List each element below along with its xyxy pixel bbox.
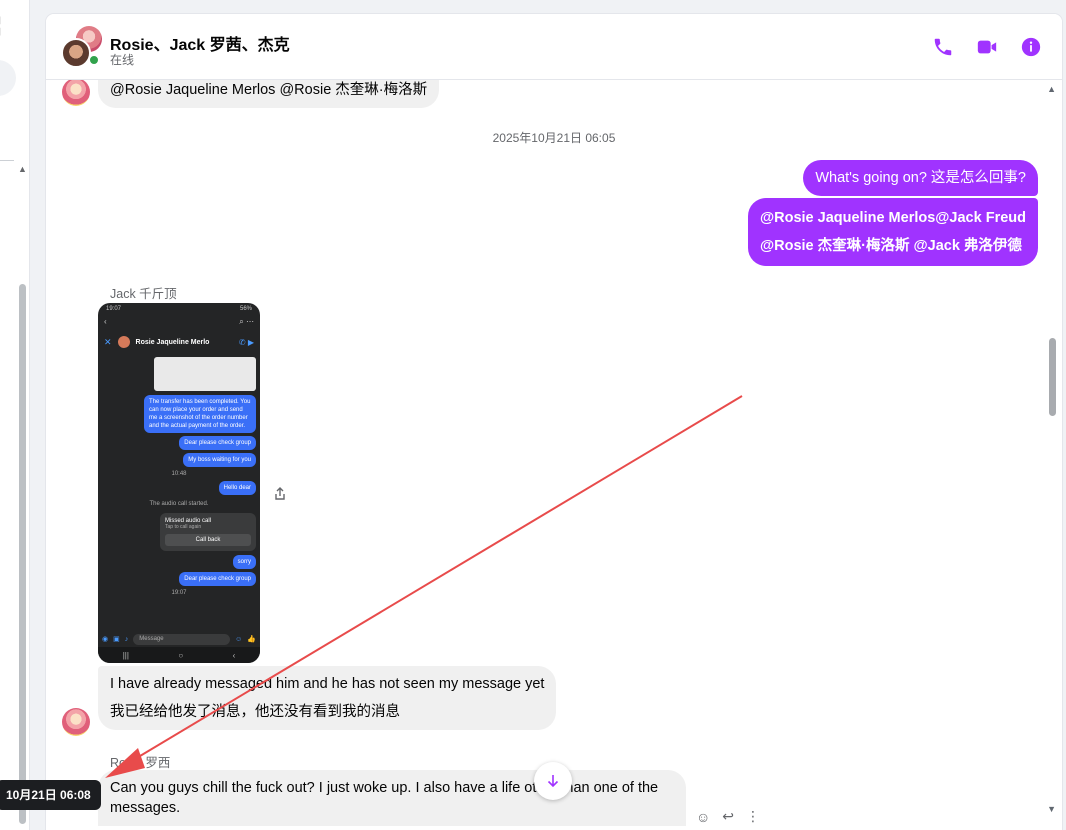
scroll-down-icon[interactable]: ▼ — [1047, 804, 1056, 814]
screenshot-bubble: The transfer has been completed. You can… — [144, 395, 256, 433]
message-line-chinese: 我已经给他发了消息，他还没有看到我的消息 — [110, 704, 400, 720]
screenshot-compose: ◉ ▣ ♪ Message ☺ 👍 — [102, 633, 256, 645]
voice-call-button[interactable] — [930, 34, 956, 60]
sidebar-scroll-up-icon[interactable]: ▲ — [18, 164, 27, 174]
phone-icon — [934, 38, 952, 56]
message-outgoing[interactable]: What's going on? 这是怎么回事? — [803, 160, 1038, 196]
message-incoming-rosie[interactable]: Can you guys chill the fuck out? I just … — [98, 770, 686, 826]
video-call-button[interactable] — [974, 34, 1000, 60]
message-actions: ☺ ↩ ⋮ — [696, 808, 760, 825]
react-icon[interactable]: ☺ — [696, 809, 710, 825]
screenshot-bubble: sorry — [232, 555, 256, 569]
sender-avatar[interactable] — [62, 78, 90, 106]
chat-scrollbar-thumb[interactable] — [1049, 338, 1056, 416]
screenshot-time: 10:48 — [171, 471, 187, 477]
info-icon — [1021, 37, 1041, 57]
screenshot-receipt-card — [154, 357, 256, 391]
image-attachment[interactable]: 19:07 56% ‹ ⌕ ⋯ ✕ Rosie Jaqueline Merlo ✆ ▶ … — [98, 303, 260, 663]
sidebar-search-pill[interactable] — [0, 60, 16, 96]
more-icon[interactable]: ⋮ — [746, 808, 760, 825]
arrow-down-icon — [547, 775, 559, 788]
sidebar-scrollbar[interactable] — [19, 284, 26, 824]
screenshot-status-bar: 19:07 56% — [106, 306, 252, 312]
sender-name-jack: Jack 千斤顶 — [110, 287, 177, 301]
sidebar-edge-glyph: ¦ — [0, 14, 2, 37]
scroll-up-icon[interactable]: ▲ — [1047, 84, 1056, 94]
conversation-title[interactable]: Rosie、Jack 罗茜、杰克 — [110, 31, 290, 55]
group-avatar-primary[interactable] — [61, 38, 91, 68]
screenshot-nav: ‹ ⌕ ⋯ — [104, 317, 254, 326]
message-line-english: I have already messaged him and he has n… — [110, 676, 545, 692]
share-icon[interactable] — [272, 486, 288, 502]
reply-icon[interactable]: ↩ — [722, 808, 734, 825]
screenshot-header: ✕ Rosie Jaqueline Merlo ✆ ▶ — [104, 336, 254, 348]
conversation-status: 在线 — [110, 53, 135, 67]
conversation-info-button[interactable] — [1018, 34, 1044, 60]
mention-line-english: @Rosie Jaqueline Merlos@Jack Freud — [759, 210, 1026, 226]
screenshot-bubble: Dear please check group — [179, 572, 256, 586]
message-list[interactable]: @Rosie Jaqueline Merlos @Rosie 杰奎琳·梅洛斯 2… — [46, 76, 1062, 830]
left-sidebar: ¦ ▲ — [0, 0, 30, 830]
screenshot-missed-call: Missed audio call Tap to call again Call… — [160, 513, 256, 551]
screenshot-system-text: The audio call started. — [149, 501, 209, 507]
message-outgoing-mentions[interactable]: @Rosie Jaqueline Merlos@Jack Freud @Rosi… — [747, 198, 1038, 266]
screenshot-bubble: My boss waiting for you — [183, 453, 256, 467]
chat-panel: Rosie、Jack 罗茜、杰克 在线 @Rosie Jaqueline Mer… — [46, 14, 1062, 830]
online-indicator — [88, 54, 100, 66]
timestamp-tooltip: 10月21日 06:08 — [0, 780, 101, 810]
sender-avatar[interactable] — [62, 708, 90, 736]
sidebar-divider — [0, 160, 14, 161]
screenshot-bubble: Dear please check group — [179, 436, 256, 450]
message-mention-top[interactable]: @Rosie Jaqueline Merlos @Rosie 杰奎琳·梅洛斯 — [98, 76, 440, 108]
screenshot-navbar: ||| ○ ‹ — [98, 647, 260, 663]
message-incoming-jack[interactable]: I have already messaged him and he has n… — [98, 666, 557, 730]
jump-to-latest-button[interactable] — [534, 762, 572, 800]
message-timestamp: 2025年10月21日 06:05 — [492, 131, 616, 145]
screenshot-bubble: Hello dear — [218, 481, 256, 495]
sender-name-rosie: Rosie 罗西 — [110, 756, 171, 770]
video-icon — [977, 40, 997, 54]
mention-line-chinese: @Rosie 杰奎琳·梅洛斯 @Jack 弗洛伊德 — [759, 238, 1022, 254]
screenshot-time: 19:07 — [171, 590, 187, 596]
chat-header: Rosie、Jack 罗茜、杰克 在线 — [46, 14, 1062, 80]
